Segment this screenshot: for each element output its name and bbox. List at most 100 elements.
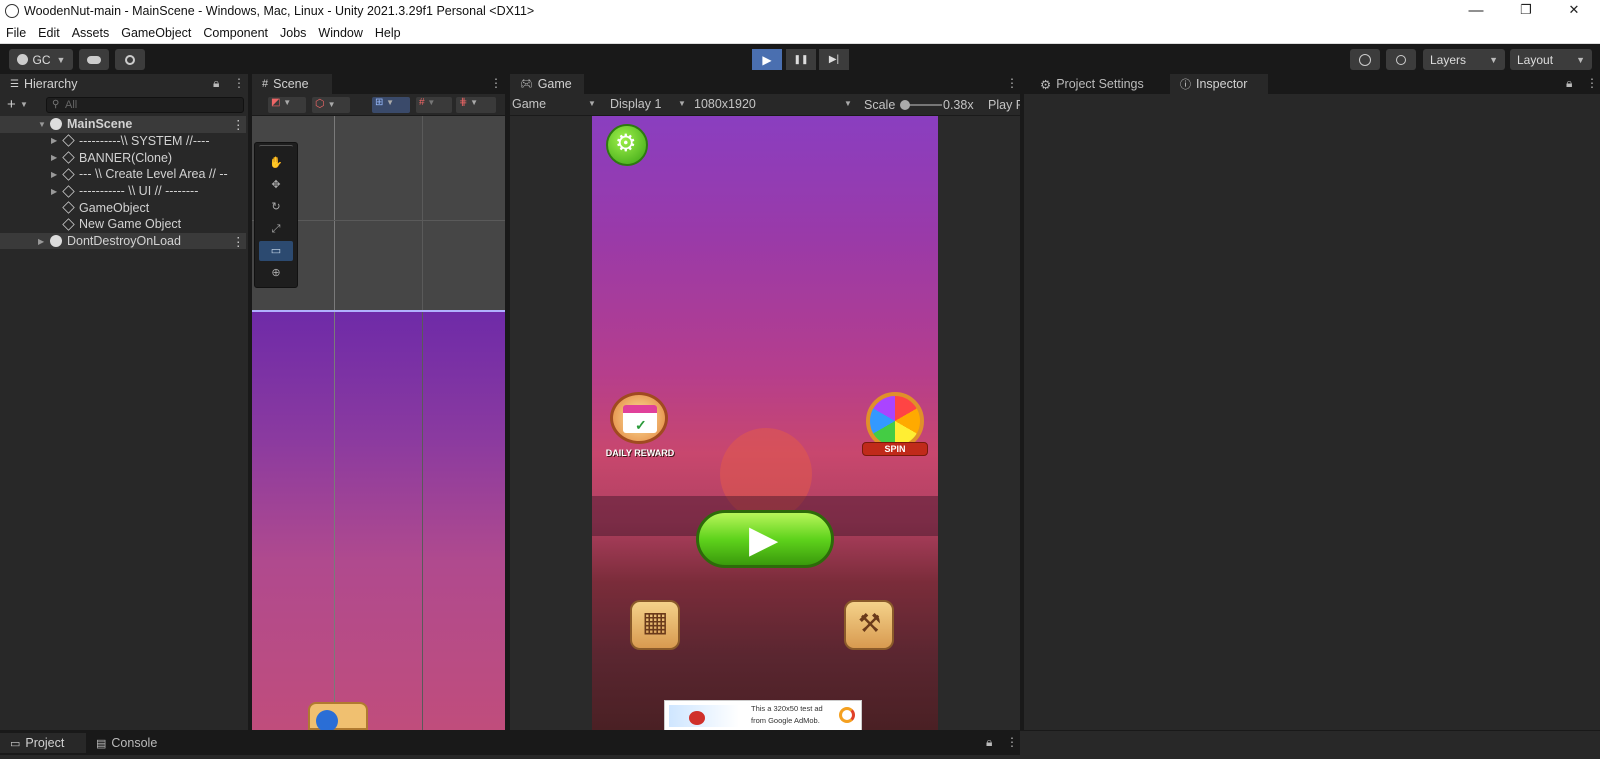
scale-value: 0.38x — [943, 98, 974, 112]
rotate-tool-icon[interactable]: ↻ — [259, 197, 293, 217]
lock-icon[interactable]: 🔒︎ — [986, 735, 992, 750]
search-icon — [1396, 54, 1406, 65]
more-menu-icon[interactable]: ⋮ — [1006, 76, 1018, 90]
hierarchy-object-row[interactable]: ▶ ----------- \\ UI // -------- — [0, 183, 246, 200]
lock-icon[interactable]: 🔒︎ — [1566, 76, 1572, 91]
levels-button[interactable]: ▦ — [630, 600, 680, 650]
more-menu-icon[interactable]: ⋮ — [232, 234, 245, 249]
move-tool-icon[interactable]: ✥ — [259, 175, 293, 195]
more-menu-icon[interactable]: ⋮ — [490, 76, 502, 90]
hierarchy-search-input[interactable]: ⚲ All — [46, 97, 244, 113]
search-placeholder: All — [65, 99, 78, 111]
lock-icon[interactable]: 🔒︎ — [213, 76, 219, 91]
hierarchy-scene-row[interactable]: ▼ MainScene ⋮ — [0, 116, 246, 133]
chevron-right-icon[interactable]: ▶ — [51, 153, 59, 162]
more-menu-icon[interactable]: ⋮ — [232, 117, 245, 132]
search-button[interactable] — [1386, 49, 1416, 70]
play-game-button[interactable]: ▶ — [696, 510, 834, 568]
hammer-button[interactable]: ⚒ — [844, 600, 894, 650]
spin-label: SPIN — [884, 444, 906, 454]
scene-viewport[interactable]: ✋ ✥ ↻ ⤢ ▭ ⊕ — [252, 116, 505, 730]
chevron-down-icon: ▼ — [1489, 54, 1498, 65]
tab-game[interactable]: 🎮︎ Game — [510, 74, 584, 94]
increment-snap-dropdown[interactable]: ⋕ ▼ — [456, 97, 496, 113]
search-icon: ⚲ — [52, 99, 60, 110]
more-menu-icon[interactable]: ⋮ — [1006, 735, 1018, 749]
hierarchy-object-row[interactable]: ▶ --- \\ Create Level Area // -- — [0, 166, 246, 183]
scale-slider-thumb[interactable] — [900, 100, 910, 110]
tab-scene[interactable]: # Scene — [252, 74, 332, 94]
tab-project-settings[interactable]: ⚙ Project Settings — [1030, 74, 1170, 94]
daily-reward-button[interactable]: ✓ — [610, 392, 668, 444]
tab-scene-label: Scene — [273, 77, 309, 91]
menu-file[interactable]: File — [0, 26, 32, 40]
tab-hierarchy[interactable]: ☰ Hierarchy — [0, 74, 248, 94]
cube-icon: ⬡ — [315, 98, 325, 110]
hierarchy-object-row[interactable]: ▶ BANNER(Clone) — [0, 149, 246, 166]
add-object-button[interactable]: + — [7, 96, 16, 113]
collab-button[interactable] — [115, 49, 145, 70]
layout-dropdown[interactable]: Layout ▼ — [1510, 49, 1592, 70]
menu-component[interactable]: Component — [197, 26, 274, 40]
play-button[interactable]: ▶ — [752, 49, 782, 70]
play-focused-toggle[interactable]: Play F — [988, 98, 1020, 112]
scene-grid-line — [422, 116, 423, 730]
game-tabbar: 🎮︎ Game ⋮ — [510, 74, 1020, 94]
chevron-right-icon[interactable]: ▶ — [51, 136, 59, 145]
hierarchy-object-row[interactable]: GameObject — [0, 200, 246, 217]
transform-tool-icon[interactable]: ⊕ — [259, 263, 293, 283]
menu-gameobject[interactable]: GameObject — [115, 26, 197, 40]
resolution-label: 1080x1920 — [694, 97, 756, 111]
undo-history-button[interactable] — [1350, 49, 1380, 70]
menu-jobs[interactable]: Jobs — [274, 26, 312, 40]
display-dropdown[interactable]: Display 1 ▼ — [610, 97, 688, 113]
hand-tool-icon[interactable]: ✋ — [259, 153, 293, 173]
menu-assets[interactable]: Assets — [66, 26, 116, 40]
gear-icon: ⚙ — [615, 130, 637, 157]
sprite-icon — [316, 710, 338, 730]
rect-tool-icon[interactable]: ▭ — [259, 241, 293, 261]
tab-project[interactable]: ▭ Project — [0, 733, 86, 753]
settings-button[interactable]: ⚙ — [606, 124, 648, 166]
chevron-right-icon[interactable]: ▶ — [51, 170, 59, 179]
hierarchy-tree: ▼ MainScene ⋮ ▶ ----------\\ SYSTEM //---- ▶ B… — [0, 116, 248, 316]
chevron-right-icon[interactable]: ▶ — [51, 187, 59, 196]
hierarchy-object-row[interactable]: New Game Object — [0, 216, 246, 233]
account-dropdown[interactable]: GC ▼ — [9, 49, 73, 70]
step-button[interactable]: ▶| — [819, 49, 849, 70]
gameobject-cube-icon — [62, 184, 75, 198]
layers-dropdown[interactable]: Layers ▼ — [1423, 49, 1505, 70]
scene-canvas-background — [252, 310, 505, 730]
cloud-icon — [87, 55, 101, 64]
2d-toggle-dropdown[interactable]: ⬡ ▼ — [312, 97, 350, 113]
transform-tools: ✋ ✥ ↻ ⤢ ▭ ⊕ — [254, 142, 298, 288]
more-menu-icon[interactable]: ⋮ — [1586, 76, 1598, 90]
tab-inspector[interactable]: ⓘ Inspector — [1170, 74, 1268, 94]
hierarchy-tabbar: ☰ Hierarchy 🔒︎ ⋮ — [0, 74, 248, 94]
close-button[interactable]: ✕ — [1562, 2, 1586, 18]
more-menu-icon[interactable]: ⋮ — [233, 76, 245, 90]
hierarchy-object-row[interactable]: ▶ ----------\\ SYSTEM //---- — [0, 133, 246, 150]
scale-slider[interactable] — [900, 100, 942, 110]
chevron-down-icon[interactable]: ▼ — [20, 100, 28, 109]
grid-snap-dropdown[interactable]: # ▼ — [416, 97, 452, 113]
draw-mode-dropdown[interactable]: ◩ ▼ — [268, 97, 306, 113]
game-mode-dropdown[interactable]: Game ▼ — [512, 97, 600, 113]
resolution-dropdown[interactable]: 1080x1920 ▼ — [694, 97, 854, 113]
menu-help[interactable]: Help — [369, 26, 407, 40]
gizmo-toggle-dropdown[interactable]: ⊞ ▼ — [372, 97, 410, 113]
menu-window[interactable]: Window — [312, 26, 368, 40]
scale-tool-icon[interactable]: ⤢ — [259, 219, 293, 239]
tab-console[interactable]: ▤ Console — [86, 733, 172, 753]
menu-edit[interactable]: Edit — [32, 26, 66, 40]
minimize-button[interactable]: — — [1464, 2, 1488, 19]
cloud-button[interactable] — [79, 49, 109, 70]
pause-button[interactable]: ❚❚ — [786, 49, 816, 70]
chevron-right-icon[interactable]: ▶ — [38, 237, 46, 246]
toolbox-handle[interactable] — [259, 145, 293, 151]
restore-button[interactable]: ❐ — [1514, 2, 1538, 18]
admob-test-banner[interactable]: This a 320x50 test ad from Google AdMob. — [664, 700, 862, 730]
hierarchy-scene-row[interactable]: ▶ DontDestroyOnLoad ⋮ — [0, 232, 246, 250]
chevron-down-icon[interactable]: ▼ — [38, 120, 46, 129]
game-screen[interactable]: ⚙ ✓ DAILY REWARD SPIN ▶ ▦ ⚒ This a 320x5… — [592, 116, 938, 730]
